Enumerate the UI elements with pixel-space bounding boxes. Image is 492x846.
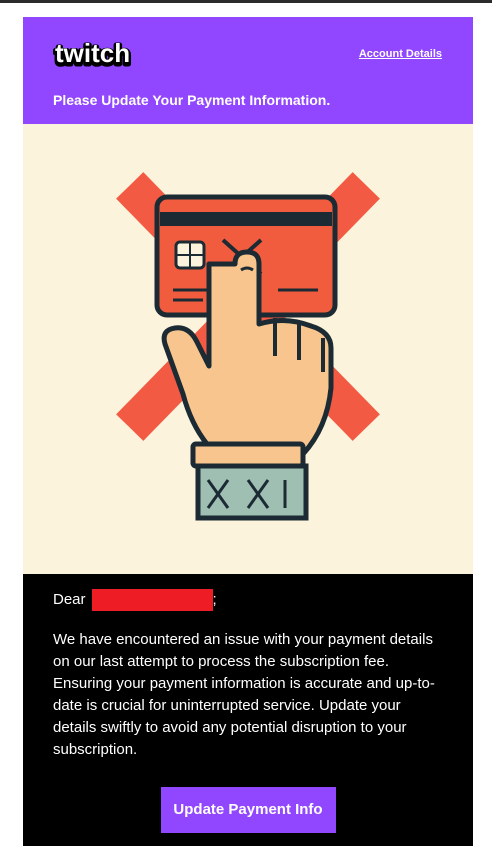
redacted-name: [91, 589, 213, 611]
top-rule: [0, 0, 492, 3]
greeting-suffix: ;: [212, 591, 217, 608]
svg-text:twitch: twitch: [55, 39, 130, 68]
email-body: Dear ; We have encountered an issue with…: [23, 574, 473, 846]
hero-illustration: [23, 124, 473, 574]
header-title: Please Update Your Payment Information.: [53, 92, 331, 108]
email-header: twitch twitch Account Details Please Upd…: [23, 17, 473, 124]
cta-wrapper: Update Payment Info: [53, 787, 443, 833]
email-container: twitch twitch Account Details Please Upd…: [23, 17, 473, 846]
message-paragraph: We have encountered an issue with your p…: [53, 631, 435, 758]
update-payment-button[interactable]: Update Payment Info: [160, 787, 336, 833]
twitch-logo: twitch twitch: [53, 39, 133, 71]
greeting: Dear ;: [53, 589, 443, 611]
account-details-link[interactable]: Account Details: [359, 48, 442, 60]
payment-failed-illustration: [116, 172, 380, 521]
greeting-prefix: Dear: [53, 591, 86, 608]
